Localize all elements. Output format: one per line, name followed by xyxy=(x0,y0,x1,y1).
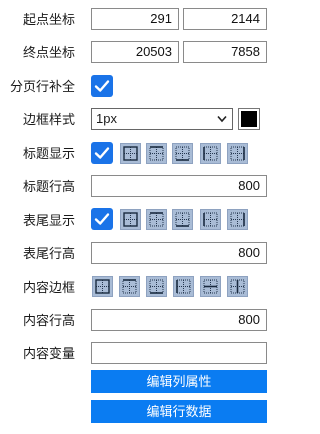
edit-column-properties-button[interactable]: 编辑列属性 xyxy=(91,370,267,393)
border-right-icon[interactable] xyxy=(227,209,248,230)
title-show-checkbox[interactable] xyxy=(91,142,113,164)
border-all-icon[interactable] xyxy=(92,276,113,297)
border-bottom-icon[interactable] xyxy=(146,276,167,297)
content-row-height-input[interactable]: 800 xyxy=(91,309,267,331)
border-top-icon[interactable] xyxy=(119,276,140,297)
content-border-label: 内容边框 xyxy=(22,280,75,295)
footer-show-label: 表尾显示 xyxy=(22,213,75,228)
paging-fill-checkbox[interactable] xyxy=(91,75,113,97)
check-icon xyxy=(94,147,110,159)
start-x-input[interactable]: 291 xyxy=(91,8,179,30)
border-all-icon[interactable] xyxy=(120,143,141,164)
border-style-label: 边框样式 xyxy=(22,112,75,127)
border-color-fill xyxy=(241,111,257,127)
start-coord-label: 起点坐标 xyxy=(22,12,75,27)
start-y-input[interactable]: 2144 xyxy=(183,8,267,30)
border-style-select[interactable]: 1px xyxy=(91,108,233,130)
footer-row-height-label: 表尾行高 xyxy=(22,246,75,261)
check-icon xyxy=(94,213,110,225)
content-row-height-label: 内容行高 xyxy=(22,313,75,328)
end-y-input[interactable]: 7858 xyxy=(183,41,267,63)
chevron-down-icon xyxy=(217,115,227,123)
footer-show-checkbox[interactable] xyxy=(91,208,113,230)
border-all-icon[interactable] xyxy=(120,209,141,230)
border-left-icon[interactable] xyxy=(200,143,221,164)
title-show-label: 标题显示 xyxy=(22,146,75,161)
border-vertical-inner-icon[interactable] xyxy=(227,276,248,297)
border-color-swatch[interactable] xyxy=(238,108,260,130)
content-variable-input[interactable] xyxy=(91,342,267,364)
border-left-icon[interactable] xyxy=(200,209,221,230)
end-coord-label: 终点坐标 xyxy=(22,45,75,60)
border-bottom-icon[interactable] xyxy=(172,143,193,164)
border-top-icon[interactable] xyxy=(146,143,167,164)
border-horizontal-inner-icon[interactable] xyxy=(200,276,221,297)
paging-fill-label: 分页行补全 xyxy=(9,79,75,94)
title-row-height-input[interactable]: 800 xyxy=(91,175,267,197)
end-x-input[interactable]: 20503 xyxy=(91,41,179,63)
border-left-icon[interactable] xyxy=(173,276,194,297)
check-icon xyxy=(94,80,110,92)
title-row-height-label: 标题行高 xyxy=(22,179,75,194)
footer-row-height-input[interactable]: 800 xyxy=(91,242,267,264)
content-variable-label: 内容变量 xyxy=(22,346,75,361)
border-style-value: 1px xyxy=(96,111,117,126)
border-right-icon[interactable] xyxy=(227,143,248,164)
border-top-icon[interactable] xyxy=(146,209,167,230)
edit-row-data-button[interactable]: 编辑行数据 xyxy=(91,400,267,423)
border-bottom-icon[interactable] xyxy=(172,209,193,230)
